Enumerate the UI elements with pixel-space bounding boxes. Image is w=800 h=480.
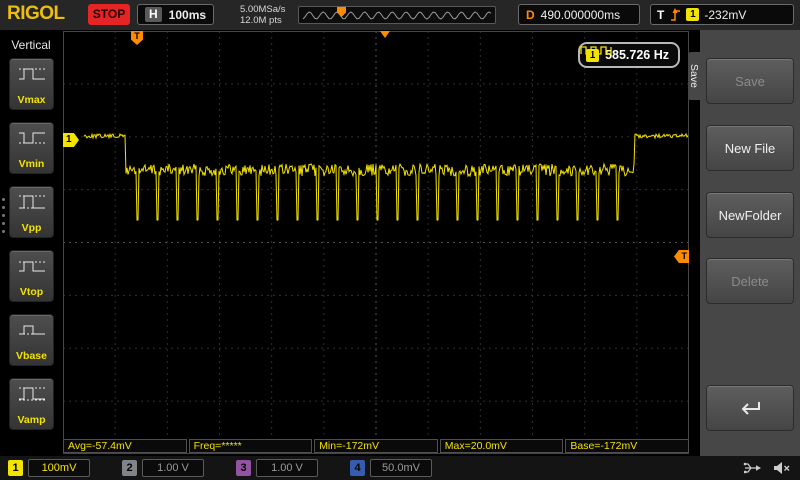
measure-button-label: Vtop [19, 286, 44, 298]
trigger-level-value: -232mV [704, 7, 747, 22]
measurement-results-bar: Avg=-57.4mV Freq=***** Min=-172mV Max=20… [63, 439, 689, 453]
measure-button-label: Vamp [17, 414, 46, 426]
measure-button-vmax[interactable]: Vmax [9, 58, 54, 110]
back-button[interactable] [706, 385, 794, 431]
measurement-base: Base=-172mV [565, 439, 689, 453]
channel1-block[interactable]: 1 100mV [8, 459, 90, 477]
run-state-badge[interactable]: STOP [88, 4, 130, 25]
channel2-badge: 2 [122, 460, 137, 476]
measure-button-label: Vmin [18, 158, 45, 170]
save-button[interactable]: Save [706, 58, 794, 104]
measurement-avg: Avg=-57.4mV [63, 439, 187, 453]
measure-button-label: Vpp [21, 222, 42, 234]
delay-readout[interactable]: D 490.000000ms [518, 4, 640, 25]
frequency-value: 585.726 Hz [605, 48, 669, 62]
delay-value: 490.000000ms [540, 7, 621, 22]
delay-label: D [526, 7, 535, 22]
trigger-edge-icon [671, 8, 681, 21]
memory-depth: 12.0M pts [240, 15, 282, 26]
menu-scroll-dots [2, 198, 5, 233]
channel3-block[interactable]: 3 1.00 V [236, 459, 318, 477]
measure-sidebar-title: Vertical [11, 38, 51, 52]
trigger-readout[interactable]: T 1 -232mV [650, 4, 794, 25]
measure-button-vmin[interactable]: Vmin [9, 122, 54, 174]
memory-waveform-icon [302, 11, 492, 20]
horizontal-label: H [145, 7, 162, 22]
usb-device-icon [743, 462, 761, 474]
pulse-train-icon [580, 46, 612, 55]
trigger-source-badge: 1 [686, 8, 700, 21]
measure-sidebar: Vertical Vmax Vmin Vpp Vtop Vbase Vamp [0, 30, 62, 456]
measure-button-vtop[interactable]: Vtop [9, 250, 54, 302]
channel3-scale: 1.00 V [256, 459, 318, 477]
channel-status-bar: 1 100mV 2 1.00 V 3 1.00 V 4 50.0mV [0, 456, 800, 480]
measure-button-label: Vbase [16, 350, 47, 362]
channel1-scale: 100mV [28, 459, 90, 477]
menu-tab-save: Save [688, 52, 700, 100]
frequency-counter-badge: 1 585.726 Hz [578, 42, 680, 68]
memory-position-bar[interactable] [298, 6, 496, 24]
waveform-display: 1 T T 1 585.726 Hz Avg=-57.4mV Freq=****… [63, 31, 689, 454]
trigger-label: T [657, 7, 665, 22]
channel1-waveform-trace [83, 132, 689, 221]
measure-button-vpp[interactable]: Vpp [9, 186, 54, 238]
channel2-block[interactable]: 2 1.00 V [122, 459, 204, 477]
rigol-logo: RIGOL [7, 3, 65, 24]
channel3-badge: 3 [236, 460, 251, 476]
vpp-waveform-icon [18, 195, 45, 209]
timebase-value: 100ms [168, 7, 207, 22]
trigger-position-icon [380, 31, 390, 38]
sample-rate: 5.00MSa/s [240, 4, 286, 15]
top-status-bar: RIGOL STOP H 100ms 5.00MSa/s 12.0M pts D… [0, 0, 800, 31]
new-folder-button[interactable]: NewFolder [706, 192, 794, 238]
vbase-waveform-icon [18, 325, 45, 335]
oscilloscope-screen: RIGOL STOP H 100ms 5.00MSa/s 12.0M pts D… [0, 0, 800, 480]
channel2-scale: 1.00 V [142, 459, 204, 477]
horizontal-timebase[interactable]: H 100ms [137, 4, 215, 25]
vmin-waveform-icon [18, 132, 45, 144]
channel4-scale: 50.0mV [370, 459, 432, 477]
channel4-block[interactable]: 4 50.0mV [350, 459, 432, 477]
vtop-waveform-icon [18, 261, 45, 272]
return-arrow-icon [741, 402, 760, 415]
vmax-waveform-icon [18, 68, 45, 80]
save-menu-panel: Save Save New File NewFolder Delete [688, 30, 800, 456]
measurement-max: Max=20.0mV [439, 439, 564, 453]
measure-button-vamp[interactable]: Vamp [9, 378, 54, 430]
delete-button[interactable]: Delete [706, 258, 794, 304]
measurement-min: Min=-172mV [314, 439, 438, 453]
new-file-button[interactable]: New File [706, 125, 794, 171]
vamp-waveform-icon [18, 387, 45, 401]
measure-button-label: Vmax [17, 94, 46, 106]
sample-rate-readout: 5.00MSa/s 12.0M pts [240, 4, 285, 26]
channel4-badge: 4 [350, 460, 365, 476]
measure-button-vbase[interactable]: Vbase [9, 314, 54, 366]
speaker-mute-icon [774, 462, 790, 474]
measurement-freq: Freq=***** [188, 439, 313, 453]
channel1-badge: 1 [8, 460, 23, 476]
